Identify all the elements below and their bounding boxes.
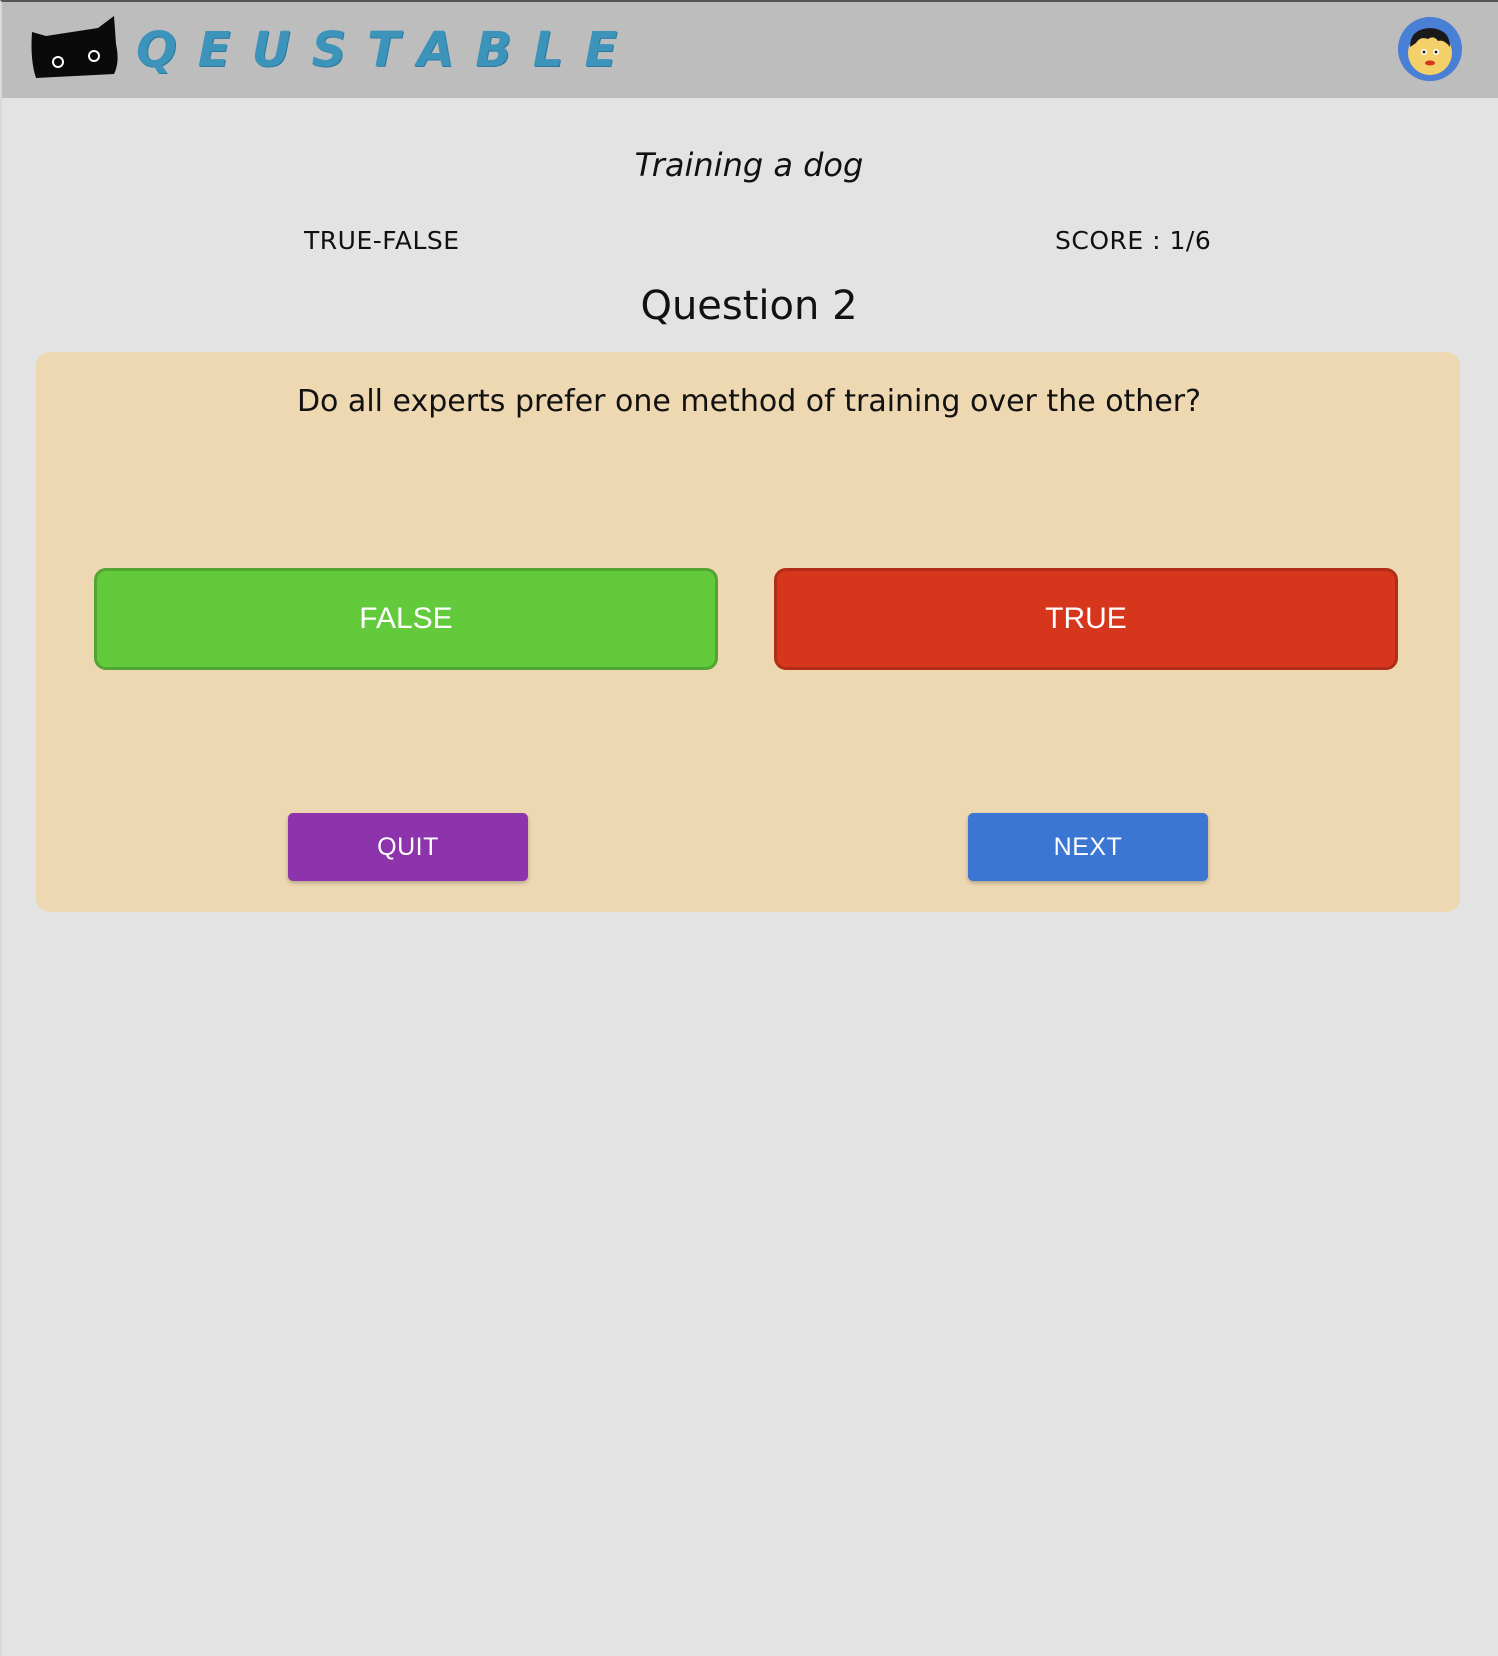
app-name: QEUSTABLE <box>136 22 639 78</box>
true-answer-button[interactable]: TRUE <box>774 568 1398 670</box>
question-text: Do all experts prefer one method of trai… <box>296 384 1202 419</box>
false-answer-button[interactable]: FALSE <box>94 568 718 670</box>
user-avatar-icon <box>1398 17 1462 81</box>
black-cat-icon <box>31 16 118 78</box>
quit-button[interactable]: QUIT <box>288 813 528 881</box>
next-button[interactable]: NEXT <box>968 813 1208 881</box>
app-logo[interactable]: QEUSTABLE <box>28 14 638 84</box>
score-label: SCORE : 1/6 <box>1055 226 1212 255</box>
question-number-heading: Question 2 <box>640 283 858 329</box>
top-navbar: QEUSTABLE <box>0 0 1498 98</box>
quiz-topic-title: Training a dog <box>634 146 864 184</box>
user-avatar-button[interactable] <box>1398 17 1462 81</box>
quiz-type-label: TRUE-FALSE <box>304 226 460 255</box>
